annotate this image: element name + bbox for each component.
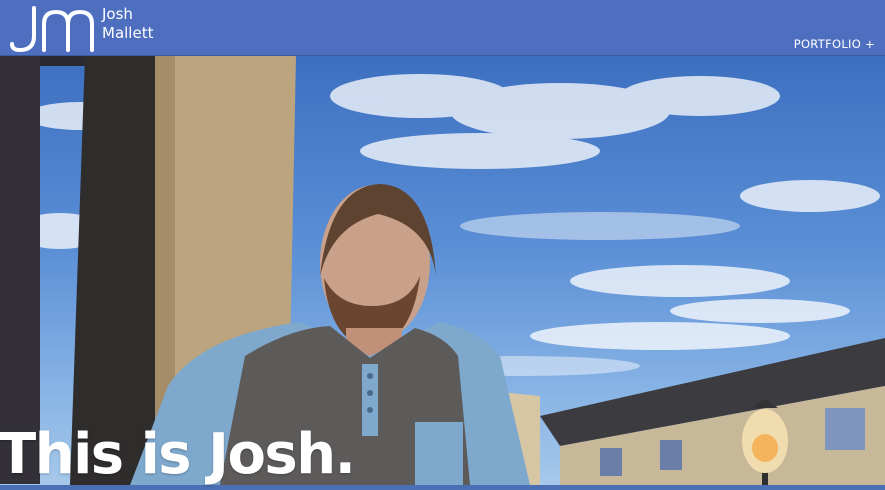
hero-headline: This is Josh. (0, 422, 356, 487)
logo-first-name[interactable]: Josh (102, 5, 153, 24)
nav-portfolio-link[interactable]: PORTFOLIO + (794, 37, 875, 51)
jm-logo-icon[interactable] (10, 4, 96, 52)
logo-name[interactable]: Josh Mallett (102, 5, 153, 43)
logo-last-name[interactable]: Mallett (102, 24, 153, 43)
site-header: Josh Mallett PORTFOLIO + (0, 0, 885, 56)
